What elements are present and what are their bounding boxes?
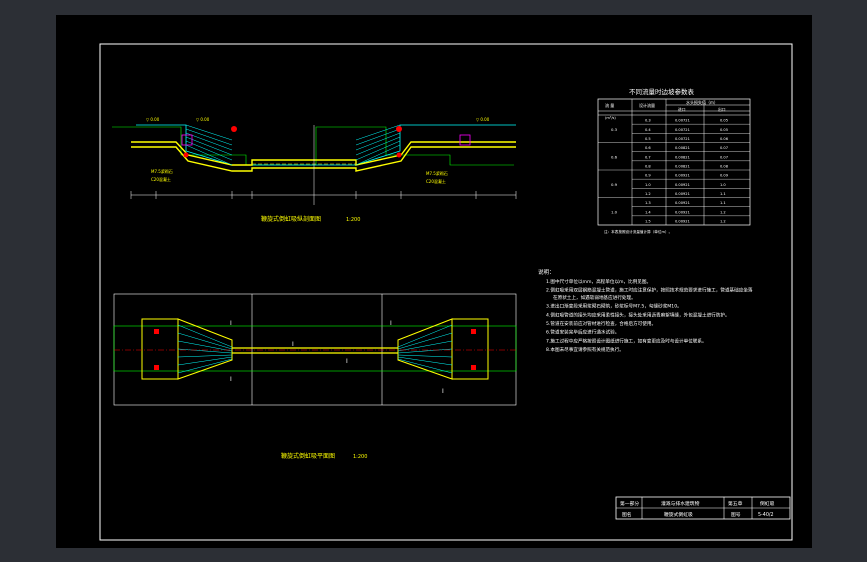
- notes-heading: 说明：: [538, 268, 555, 276]
- header-unit: (m³/s): [605, 116, 616, 120]
- table-cell-in: 0.00821: [675, 155, 690, 159]
- drawing-sheet: ▽ 0.00 ▽ 0.00 ▽ 0.00 M7.5浆砌石 M7.5浆砌石 C20…: [56, 15, 812, 548]
- cut-mark-d: I: [346, 358, 348, 365]
- svg-text:▽ 0.00: ▽ 0.00: [146, 117, 160, 122]
- cut-mark-a: I: [230, 320, 232, 327]
- note-line: 1.图中尺寸单位以mm，高程单位以m，比例见图。: [546, 278, 651, 285]
- note-line: 3.进出口渐变段采用浆砌石砌筑，砂浆标号M7.5，勾缝砂浆M10。: [546, 303, 682, 310]
- tb-name-label: 图名: [622, 511, 632, 518]
- param-table-note: 注：本表按照设计流量值计算（单位m）。: [604, 229, 672, 234]
- table-cell-out: 0.05: [720, 119, 728, 123]
- svg-text:C20混凝土: C20混凝土: [426, 178, 446, 184]
- svg-text:C20混凝土: C20混凝土: [151, 176, 171, 182]
- table-cell-q: 0.7: [645, 155, 651, 159]
- tb-name: 鞭旋式倒虹吸: [664, 511, 693, 518]
- table-cell-in: 0.00921: [675, 174, 690, 178]
- note-line: 在原状土上，如遇软弱地基应进行处理。: [553, 294, 636, 301]
- table-cell-in: 0.00921: [675, 201, 690, 205]
- table-cell-q: 0.4: [645, 128, 651, 132]
- table-cell-in: 0.00921: [675, 183, 690, 187]
- notes: 说明： 1.图中尺寸单位以mm，高程单位以m，比例见图。 2.倒虹吸采用双层钢筋混…: [538, 268, 753, 353]
- table-cell-out: 0.07: [720, 146, 728, 150]
- svg-text:▽ 0.00: ▽ 0.00: [476, 117, 490, 122]
- header-loss: 水头损失值（m）: [686, 99, 718, 105]
- table-cell-in: 0.00721: [675, 119, 690, 123]
- table-cell-in: 0.00921: [675, 192, 690, 196]
- cut-mark-f: I: [442, 388, 444, 395]
- table-cell-q: 1.5: [645, 219, 651, 223]
- param-table-title: 不同流量时边坡参数表: [629, 87, 695, 96]
- note-line: 8.本图未尽事宜请参照有关规范执行。: [546, 346, 624, 353]
- longitudinal-section: ▽ 0.00 ▽ 0.00 ▽ 0.00 M7.5浆砌石 M7.5浆砌石 C20…: [112, 117, 517, 223]
- table-cell-q: 0.5: [645, 137, 651, 141]
- table-cell-in: 0.00721: [675, 128, 690, 132]
- cut-mark-e: I: [390, 320, 392, 327]
- table-cell-in: 0.00921: [675, 219, 690, 223]
- table-cell-flow: 0.9: [611, 182, 618, 187]
- param-table: 不同流量时边坡参数表 流 量 (m³/s) 设计流量 水头损失值（m） 进口 出…: [597, 87, 751, 234]
- cad-drawing: ▽ 0.00 ▽ 0.00 ▽ 0.00 M7.5浆砌石 M7.5浆砌石 C20…: [99, 43, 793, 541]
- svg-text:▽ 0.00: ▽ 0.00: [196, 117, 210, 122]
- tb-no: 5-40/2: [758, 512, 774, 518]
- section-title: 鞭旋式倒虹吸纵剖面图: [261, 215, 321, 223]
- table-cell-q: 0.6: [645, 146, 651, 150]
- tb-project: 灌溉与排水建筑物: [661, 500, 700, 507]
- header-q: 设计流量: [639, 102, 655, 108]
- header-out: 出口: [718, 107, 726, 112]
- table-cell-out: 1.0: [720, 183, 726, 187]
- note-line: 7.施工过程中应严格按照设计图纸进行施工，如有变更应及时与设计单位联系。: [546, 337, 707, 344]
- table-cell-flow: 1.0: [611, 209, 618, 214]
- table-cell-out: 1.1: [720, 192, 726, 196]
- table-cell-in: 0.00921: [675, 210, 690, 214]
- table-cell-out: 1.2: [720, 210, 726, 214]
- table-cell-out: 0.08: [720, 164, 729, 168]
- tb-no-label: 图号: [731, 512, 741, 518]
- table-cell-flow: 0.3: [611, 127, 618, 132]
- table-cell-out: 0.06: [720, 137, 729, 141]
- table-cell-q: 1.0: [645, 183, 651, 187]
- table-cell-q: 0.8: [645, 164, 651, 168]
- table-cell-q: 1.3: [645, 201, 651, 205]
- table-cell-in: 0.00821: [675, 146, 690, 150]
- table-cell-out: 0.05: [720, 128, 728, 132]
- table-cell-in: 0.00721: [675, 137, 690, 141]
- cad-viewport[interactable]: ▽ 0.00 ▽ 0.00 ▽ 0.00 M7.5浆砌石 M7.5浆砌石 C20…: [0, 0, 867, 562]
- table-cell-out: 0.09: [720, 174, 729, 178]
- tb-chapter: 第五章: [728, 500, 743, 507]
- table-cell-q: 1.4: [645, 210, 651, 214]
- header-flow: 流 量: [605, 102, 614, 108]
- note-line: 4.倒虹吸管道的接头均应采用柔性接头，接头处采用沥青麻絮填缝，外包混凝土进行防护…: [546, 311, 730, 318]
- table-cell-out: 0.07: [720, 155, 728, 159]
- header-in: 进口: [678, 107, 686, 112]
- table-cell-out: 1.1: [720, 201, 726, 205]
- tb-category: 倒虹吸: [760, 500, 775, 507]
- cut-mark-b: I: [230, 376, 232, 383]
- plan-title: 鞭旋式倒虹吸平面图: [281, 452, 335, 460]
- table-cell-q: 0.9: [645, 174, 651, 178]
- plan-view: I I I I I I 鞭旋式倒虹吸平面图 1:200: [113, 293, 517, 460]
- cut-mark-c: I: [292, 341, 294, 348]
- table-cell-q: 1.2: [645, 192, 651, 196]
- table-cell-out: 1.2: [720, 219, 726, 223]
- svg-text:M7.5浆砌石: M7.5浆砌石: [426, 170, 448, 176]
- tb-part: 第一部分: [620, 500, 639, 507]
- plan-scale: 1:200: [353, 454, 367, 460]
- title-block: 第一部分 灌溉与排水建筑物 第五章 倒虹吸 图名 鞭旋式倒虹吸 图号 5-40/…: [615, 496, 791, 520]
- note-line: 5.管道在安装前应对管材进行检查，合格后方可使用。: [546, 320, 656, 327]
- note-line: 6.管道安装完毕后应进行通水试验。: [546, 329, 619, 336]
- svg-text:M7.5浆砌石: M7.5浆砌石: [151, 168, 173, 174]
- table-cell-in: 0.00821: [675, 164, 690, 168]
- table-cell-flow: 0.6: [611, 154, 618, 159]
- note-line: 2.倒虹吸采用双层钢筋混凝土管道，施工时应注意保护，按照技术规范要求进行施工，管…: [546, 287, 753, 294]
- section-scale: 1:200: [346, 217, 360, 223]
- table-cell-q: 0.3: [645, 119, 651, 123]
